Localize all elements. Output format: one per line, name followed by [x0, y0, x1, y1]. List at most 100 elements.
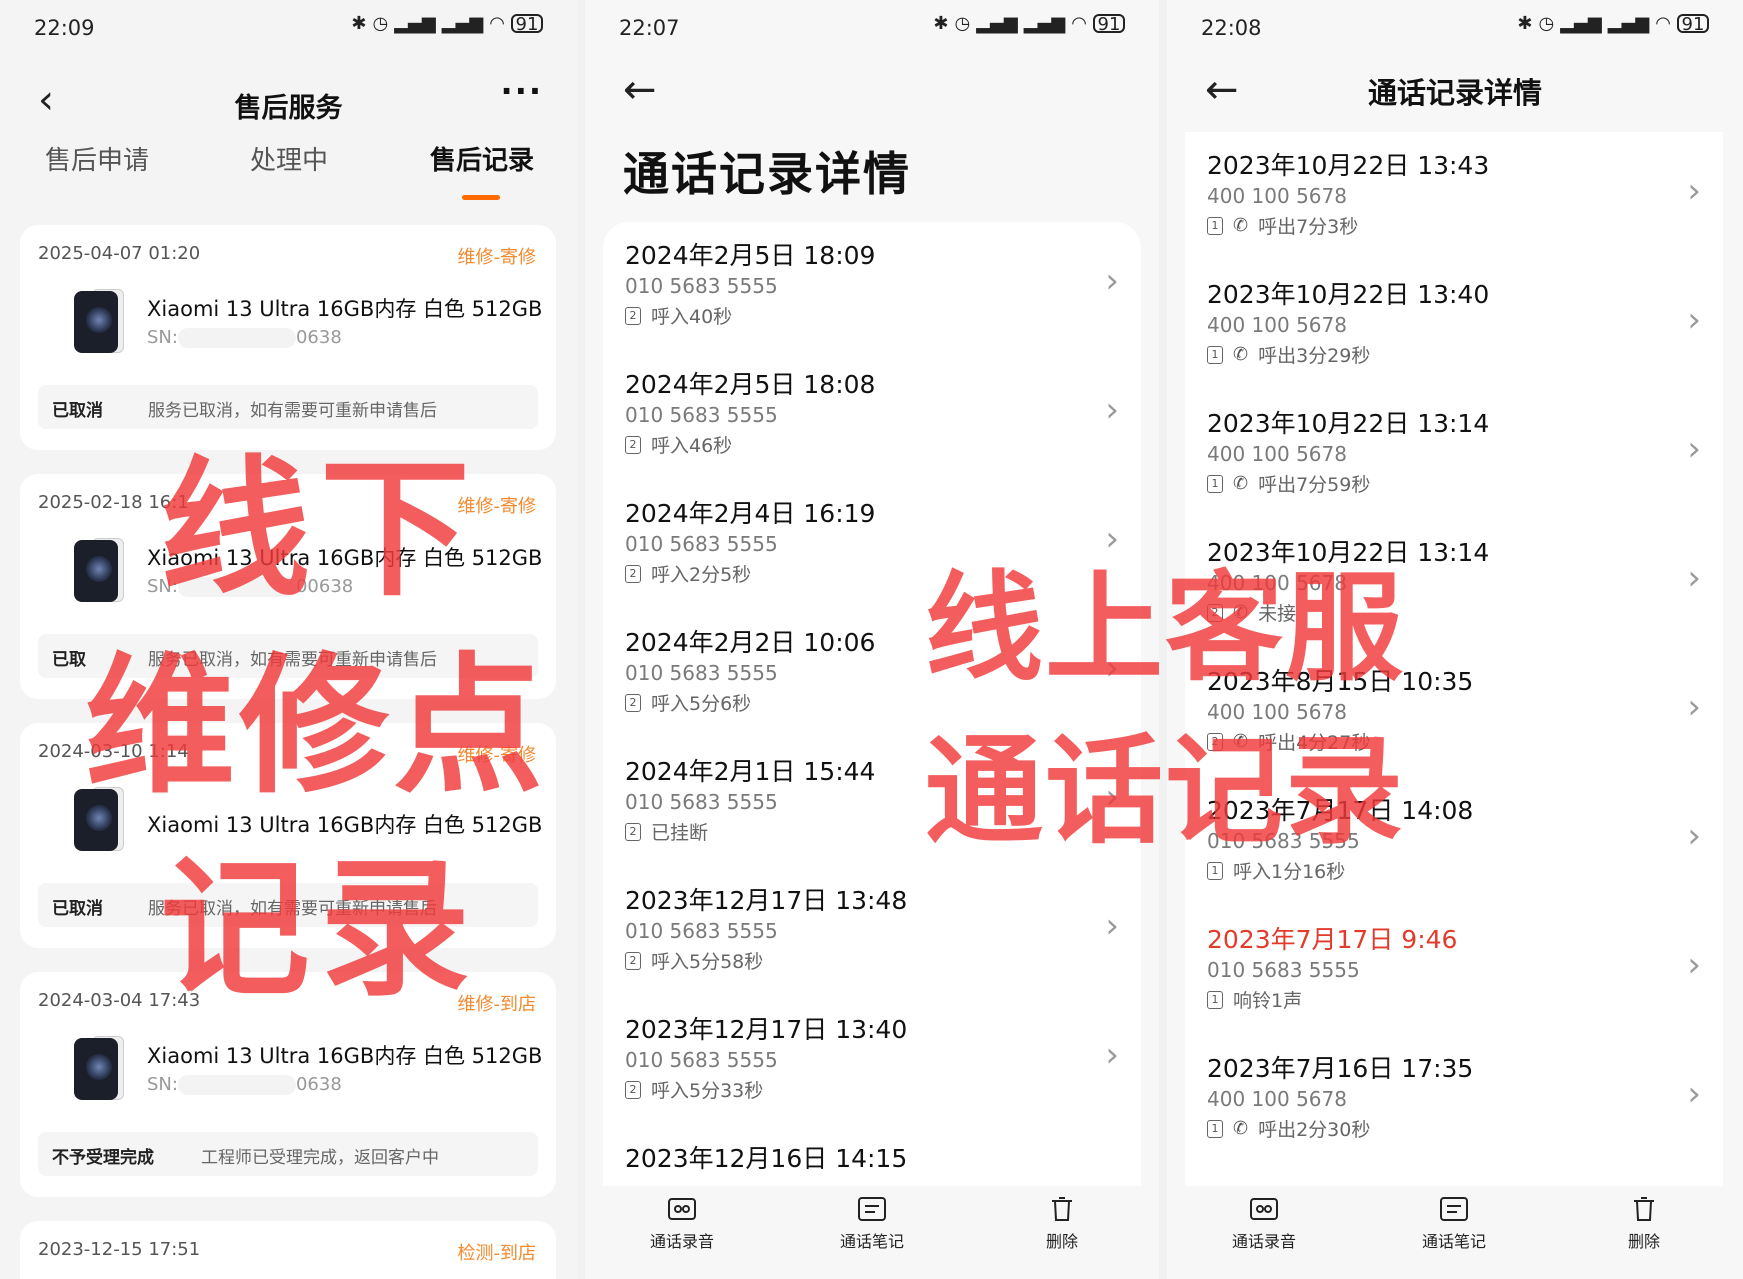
call-datetime: 2023年12月17日 13:40 [625, 1015, 908, 1044]
chevron-right-icon: › [1687, 1074, 1701, 1114]
status-bar: 22:09 ✱ ◷ ▂▄▆ ▂▄▆ ◠ 91 [0, 0, 577, 60]
tab-apply[interactable]: 售后申请 [45, 140, 149, 177]
tab-indicator [462, 195, 500, 200]
call-notes-button[interactable]: 通话笔记 [817, 1196, 927, 1252]
call-number: 400 100 5678 [1207, 1087, 1347, 1111]
bottom-toolbar: 通话录音 通话笔记 删除 [1167, 1186, 1743, 1279]
bottom-label: 通话录音 [649, 1232, 714, 1251]
call-datetime: 2023年12月16日 14:15 [625, 1144, 908, 1173]
call-detail: 呼入46秒 [651, 435, 733, 457]
call-recording-button[interactable]: 通话录音 [1209, 1196, 1319, 1252]
header: ‹ 售后服务 ··· [0, 60, 577, 150]
sim-icon: 2 [625, 693, 641, 712]
call-number: 010 5683 5555 [625, 661, 778, 685]
back-arrow-icon[interactable]: ← [623, 70, 657, 110]
call-detail: 响铃1声 [1233, 990, 1303, 1012]
bottom-label: 通话录音 [1231, 1232, 1296, 1251]
tab-records[interactable]: 售后记录 [430, 140, 534, 177]
overlay-offline-line1: 线下 [160, 443, 481, 617]
record-card[interactable]: 2023-12-15 17:51 检测-到店 [20, 1221, 556, 1279]
chevron-right-icon: › [1105, 390, 1119, 430]
chevron-right-icon: › [1687, 300, 1701, 340]
call-detail: 呼出7分59秒 [1258, 474, 1371, 496]
call-item[interactable]: 2024年2月5日 18:08 010 5683 5555 2 呼入46秒 › [603, 351, 1141, 480]
sim-icon: 1 [1207, 1119, 1223, 1138]
battery-icon: 91 [511, 14, 543, 34]
status-bar: 22:08 ✱ ◷ ▂▄▆ ▂▄▆ ◠ 91 [1167, 0, 1743, 60]
wifi-icon: ◠ [1655, 12, 1671, 34]
call-item-missed[interactable]: 2023年7月17日 9:46 010 5683 5555 1 响铃1声 › [1185, 906, 1723, 1035]
status-time: 22:08 [1201, 16, 1262, 40]
product-name: Xiaomi 13 Ultra 16GB内存 白色 512GB [147, 297, 543, 321]
call-number: 010 5683 5555 [625, 790, 778, 814]
call-datetime: 2023年10月22日 13:14 [1207, 409, 1490, 438]
overlay-offline-line2: 维修点 [85, 640, 548, 814]
recording-icon [1250, 1198, 1278, 1220]
call-item[interactable]: 2023年10月22日 13:14 400 100 5678 1 ✆ 呼出7分59秒… [1185, 390, 1723, 519]
service-type: 维修-寄修 [457, 247, 537, 268]
call-datetime: 2023年7月16日 17:35 [1207, 1054, 1474, 1083]
call-item[interactable]: 2024年2月5日 18:09 010 5683 5555 2 呼入40秒 › [603, 222, 1141, 351]
serial-number: SN: 0638 [147, 327, 342, 348]
signal-icon: ▂▄▆ [441, 12, 484, 34]
sim-icon: 2 [625, 1080, 641, 1099]
product-name: Xiaomi 13 Ultra 16GB内存 白色 512GB [147, 1044, 543, 1068]
call-datetime: 2024年2月5日 18:08 [625, 370, 876, 399]
notes-icon [858, 1197, 886, 1221]
call-datetime: 2023年10月22日 13:40 [1207, 280, 1490, 309]
call-number: 010 5683 5555 [625, 532, 778, 556]
call-number: 010 5683 5555 [625, 919, 778, 943]
call-item[interactable]: 2023年7月16日 17:35 400 100 5678 1 ✆ 呼出2分30秒 … [1185, 1035, 1723, 1164]
status-time: 22:09 [34, 16, 95, 40]
sim-icon: 1 [1207, 474, 1223, 493]
chevron-right-icon: › [1687, 558, 1701, 598]
delete-button[interactable]: 删除 [1007, 1196, 1117, 1252]
call-number: 010 5683 5555 [625, 274, 778, 298]
chevron-right-icon: › [1105, 1035, 1119, 1075]
wifi-icon: ◠ [1071, 12, 1087, 34]
signal-icon: ▂▄▆ [394, 12, 436, 34]
more-icon[interactable]: ··· [501, 72, 543, 110]
call-detail: 呼入2分5秒 [651, 564, 752, 586]
trash-icon [1634, 1197, 1654, 1221]
bottom-label: 通话笔记 [1421, 1232, 1486, 1251]
call-number: 400 100 5678 [1207, 442, 1347, 466]
call-number: 400 100 5678 [1207, 313, 1347, 337]
call-item[interactable]: 2023年10月22日 13:43 400 100 5678 1 ✆ 呼出7分3秒 … [1185, 132, 1723, 261]
status-badge: 不予受理完成 [52, 1148, 154, 1168]
delete-button[interactable]: 删除 [1589, 1196, 1699, 1252]
chevron-right-icon: › [1105, 261, 1119, 301]
status-desc: 工程师已受理完成，返回客户中 [201, 1148, 439, 1168]
call-item[interactable]: 2023年12月17日 13:48 010 5683 5555 2 呼入5分58秒… [603, 867, 1141, 996]
bottom-label: 删除 [1045, 1232, 1078, 1251]
tab-bar: 售后申请 处理中 售后记录 [0, 140, 577, 200]
call-detail: 呼出3分29秒 [1258, 345, 1371, 367]
call-recording-button[interactable]: 通话录音 [627, 1196, 737, 1252]
call-datetime: 2023年7月17日 9:46 [1207, 925, 1458, 954]
chevron-right-icon: › [1687, 429, 1701, 469]
call-item[interactable]: 2023年10月22日 13:40 400 100 5678 1 ✆ 呼出3分29秒… [1185, 261, 1723, 390]
status-badge: 已取消 [52, 401, 103, 421]
chevron-right-icon: › [1105, 906, 1119, 946]
call-number: 400 100 5678 [1207, 184, 1347, 208]
call-detail: 呼入5分33秒 [651, 1080, 764, 1102]
call-number: 010 5683 5555 [625, 403, 778, 427]
status-badge: 已取消 [52, 899, 103, 919]
call-datetime: 2024年2月2日 10:06 [625, 628, 876, 657]
status-icons: ✱ ◷ ▂▄▆ ▂▄▆ ◠ 91 [933, 12, 1125, 34]
sim-icon: 2 [625, 822, 641, 841]
bottom-toolbar: 通话录音 通话笔记 删除 [585, 1186, 1159, 1279]
overlay-offline-line3: 记录 [160, 843, 481, 1017]
sim-icon: 2 [625, 951, 641, 970]
outgoing-call-icon: ✆ [1233, 473, 1249, 494]
wifi-icon: ◠ [489, 12, 505, 34]
tab-processing[interactable]: 处理中 [250, 140, 328, 177]
product-image [70, 1034, 140, 1104]
overlay-online-line2: 通话记录 [925, 722, 1406, 860]
outgoing-call-icon: ✆ [1233, 215, 1249, 236]
bluetooth-icon: ✱ [351, 12, 367, 34]
bottom-label: 删除 [1627, 1232, 1660, 1251]
call-item[interactable]: 2023年12月17日 13:40 010 5683 5555 2 呼入5分33秒… [603, 996, 1141, 1125]
call-notes-button[interactable]: 通话笔记 [1399, 1196, 1509, 1252]
call-number: 010 5683 5555 [625, 1048, 778, 1072]
